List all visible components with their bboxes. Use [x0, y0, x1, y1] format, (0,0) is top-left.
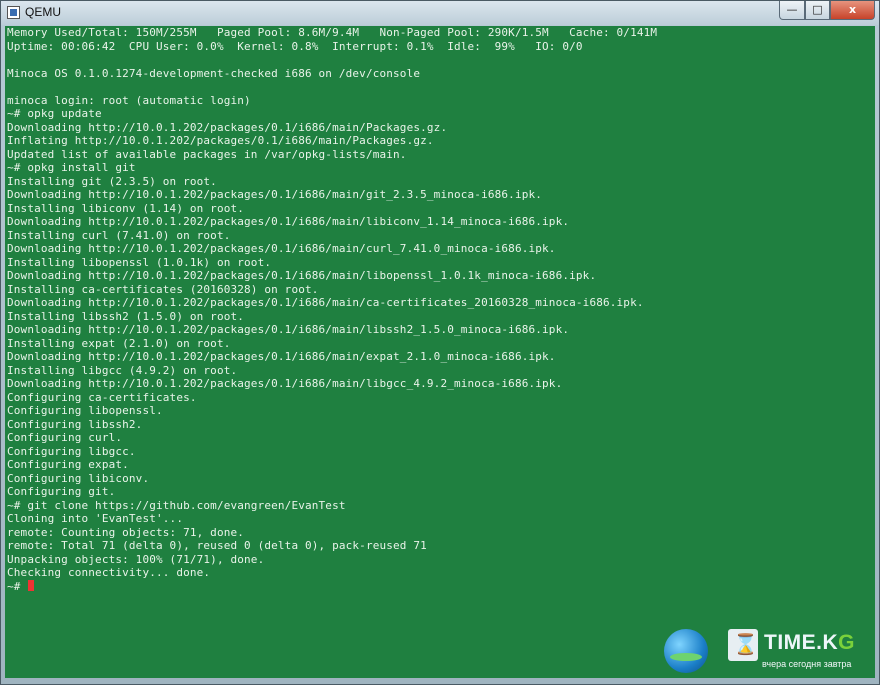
console-line: Inflating http://10.0.1.202/packages/0.1…: [7, 134, 434, 147]
watermark-tagline: вчера сегодня завтра: [762, 659, 852, 669]
console-line: Configuring ca-certificates.: [7, 390, 197, 404]
console-line: Installing libiconv (1.14) on root.: [7, 201, 245, 215]
console-line: Installing expat (2.1.0) on root.: [7, 336, 231, 350]
console-line: Installing libopenssl (1.0.1k) on root.: [7, 255, 272, 269]
console-line: Memory Used/Total: 150M/255M Paged Pool:…: [7, 26, 658, 39]
timekg-watermark: TIME.KG вчера сегодня завтра: [664, 627, 874, 677]
console-line: minoca login: root (automatic login): [7, 93, 251, 107]
console-line: Updated list of available packages in /v…: [7, 147, 407, 161]
maximize-button[interactable]: □: [805, 1, 830, 20]
console-line: Checking connectivity... done.: [7, 566, 211, 579]
console-line: Installing ca-certificates (20160328) on…: [7, 282, 319, 296]
console-line: Uptime: 00:06:42 CPU User: 0.0% Kernel: …: [7, 39, 583, 53]
console-line: Configuring libiconv.: [7, 471, 150, 485]
console-output: Memory Used/Total: 150M/255M Paged Pool:…: [7, 26, 657, 593]
console-line: Configuring libopenssl.: [7, 404, 163, 417]
console-line: Installing libssh2 (1.5.0) on root.: [7, 309, 245, 323]
title-bar[interactable]: QEMU — □ x: [1, 1, 879, 25]
console-line: Downloading http://10.0.1.202/packages/0…: [7, 188, 543, 201]
console-line: ~# opkg update: [7, 107, 102, 120]
window-controls: — □ x: [779, 1, 875, 21]
console-line: Configuring curl.: [7, 431, 123, 444]
console-line: Unpacking objects: 100% (71/71), done.: [7, 552, 265, 566]
console-line: Downloading http://10.0.1.202/packages/0…: [7, 377, 563, 390]
qemu-window: QEMU — □ x Memory Used/Total: 150M/255M …: [0, 0, 880, 685]
console-line: Configuring libssh2.: [7, 417, 143, 431]
console-screen[interactable]: Memory Used/Total: 150M/255M Paged Pool:…: [5, 26, 875, 678]
console-line: Installing libgcc (4.9.2) on root.: [7, 363, 238, 377]
globe-logo-icon: [664, 629, 708, 673]
console-line: Downloading http://10.0.1.202/packages/0…: [7, 323, 570, 336]
console-line: Configuring expat.: [7, 458, 129, 471]
console-line: Downloading http://10.0.1.202/packages/0…: [7, 296, 644, 309]
console-line: ~# opkg install git: [7, 161, 136, 174]
hourglass-icon: [728, 629, 758, 661]
console-line: Configuring git.: [7, 485, 116, 498]
close-button[interactable]: x: [830, 1, 875, 20]
console-line: Downloading http://10.0.1.202/packages/0…: [7, 120, 448, 134]
window-title: QEMU: [25, 5, 61, 19]
console-line: Downloading http://10.0.1.202/packages/0…: [7, 215, 570, 228]
minimize-button[interactable]: —: [779, 1, 805, 20]
console-line: Installing git (2.3.5) on root.: [7, 174, 217, 188]
console-line: Cloning into 'EvanTest'...: [7, 512, 184, 525]
shell-prompt: ~#: [7, 579, 28, 593]
console-line: Downloading http://10.0.1.202/packages/0…: [7, 269, 597, 282]
console-line: Downloading http://10.0.1.202/packages/0…: [7, 242, 556, 255]
console-line: Downloading http://10.0.1.202/packages/0…: [7, 350, 556, 363]
console-line: remote: Total 71 (delta 0), reused 0 (de…: [7, 539, 427, 552]
console-line: ~# git clone https://github.com/evangree…: [7, 498, 346, 512]
console-line: Minoca OS 0.1.0.1274-development-checked…: [7, 66, 421, 80]
console-line: Installing curl (7.41.0) on root.: [7, 228, 231, 242]
qemu-app-icon[interactable]: [7, 6, 20, 19]
console-line: Configuring libgcc.: [7, 444, 136, 458]
console-line: remote: Counting objects: 71, done.: [7, 525, 245, 539]
console-prompt-line[interactable]: ~#: [7, 579, 657, 594]
text-cursor: [28, 579, 35, 591]
watermark-brand: TIME.KG: [764, 631, 856, 654]
